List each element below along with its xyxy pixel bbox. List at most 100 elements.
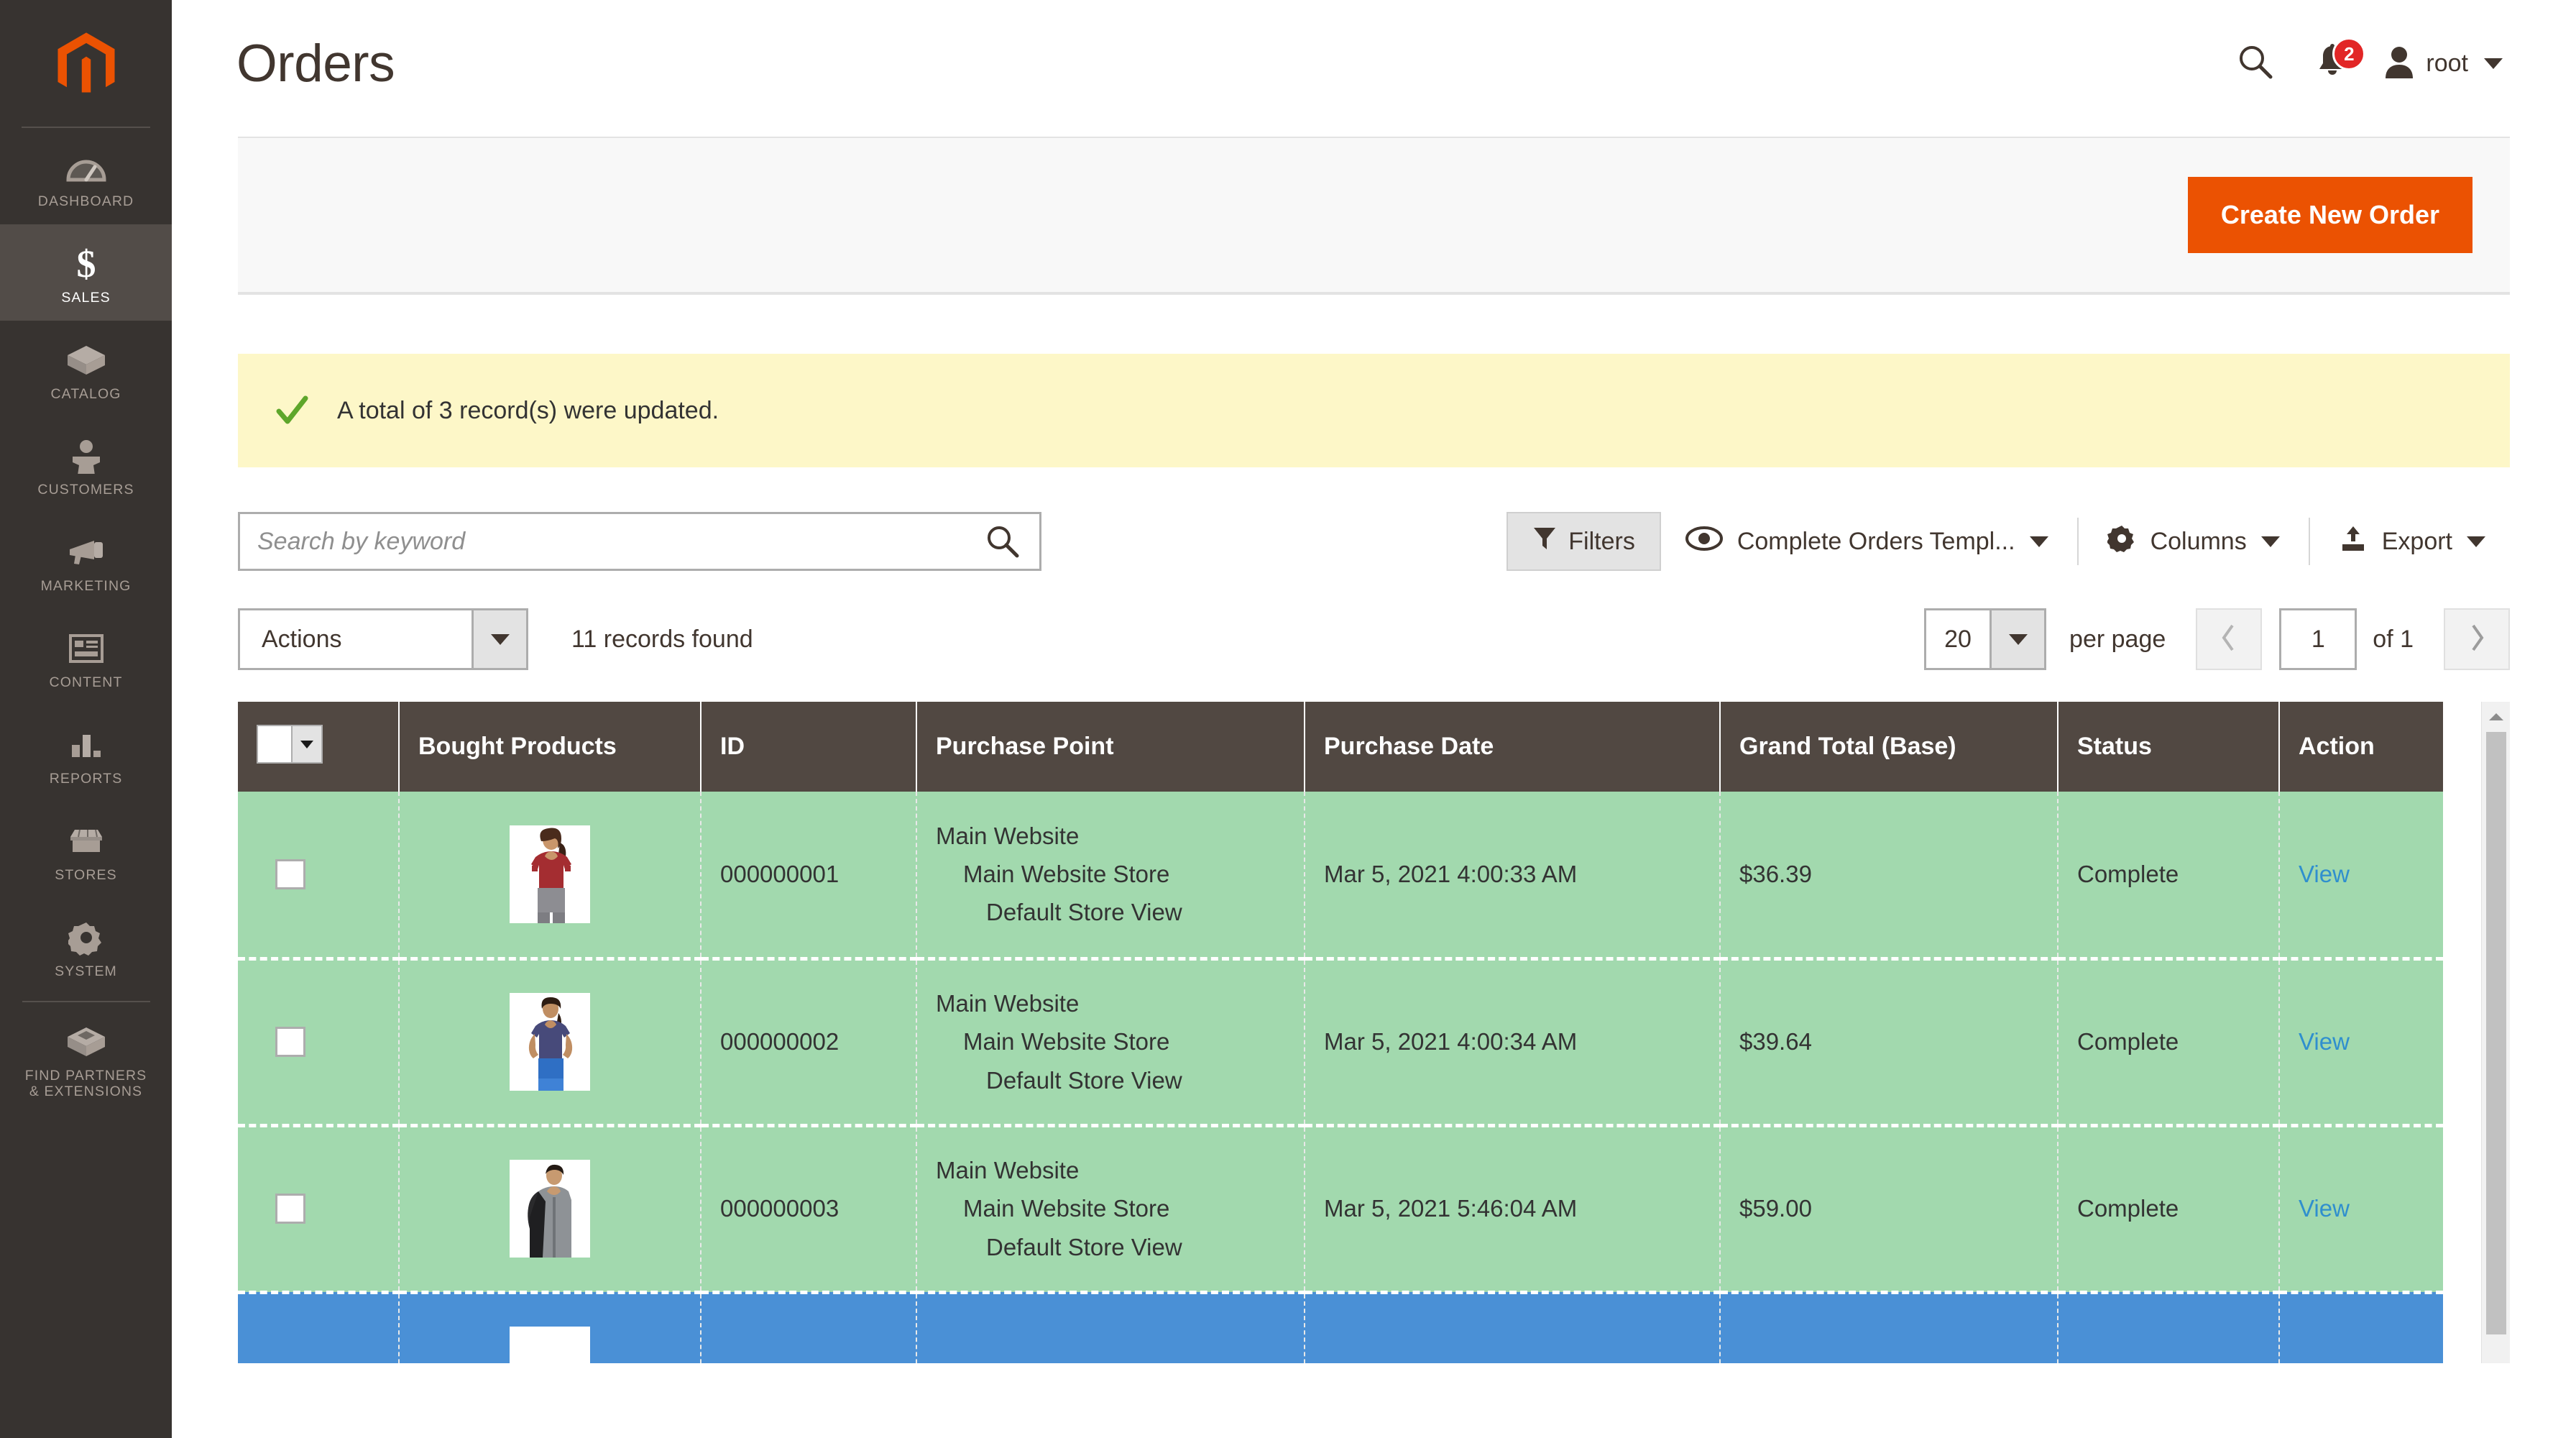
sidebar-item-customers[interactable]: CUSTOMERS [0, 416, 172, 513]
row-checkbox[interactable] [275, 1027, 305, 1057]
row-grand-total-cell: $59.00 [1720, 1125, 2058, 1294]
row-purchase-point-cell: Main Website Main Website Store Default … [916, 958, 1305, 1127]
select-all-dropdown[interactable] [257, 725, 323, 764]
row-action-cell: View [2279, 958, 2443, 1127]
gray-hoodie-thumb [510, 1160, 590, 1258]
row-select-cell[interactable] [238, 1292, 400, 1363]
grid-vertical-scrollbar[interactable] [2481, 702, 2510, 1363]
sidebar-item-catalog[interactable]: CATALOG [0, 321, 172, 417]
search-field-wrapper[interactable] [238, 512, 1041, 571]
purchase-point-view: Default Store View [986, 1066, 1182, 1094]
chevron-down-icon [1990, 610, 2045, 668]
create-new-order-button[interactable]: Create New Order [2187, 177, 2472, 253]
extension-cube-icon [63, 1020, 110, 1064]
row-select-cell[interactable] [238, 1125, 400, 1294]
page-number-input[interactable] [2279, 608, 2358, 670]
chevron-down-icon [2484, 58, 2503, 69]
user-icon [2383, 44, 2416, 83]
view-order-link[interactable]: View [2299, 1028, 2350, 1055]
pagination: 20 per page of 1 [1924, 608, 2510, 670]
orders-table: Bought Products ID Purchase Point Purcha… [238, 702, 2443, 1363]
scrollbar-thumb[interactable] [2486, 732, 2506, 1334]
row-purchase-date-cell: Mar 5, 2021 4:00:33 AM [1305, 792, 1721, 961]
notification-count-badge: 2 [2332, 37, 2366, 70]
column-header-status[interactable]: Status [2058, 702, 2280, 792]
page-actions-bar: Create New Order [238, 137, 2510, 295]
search-input[interactable] [257, 527, 985, 556]
purchase-point-store: Main Website Store [963, 1195, 1170, 1222]
row-purchase-date-cell [1305, 1292, 1721, 1363]
table-row[interactable]: 000000003 Main Website Main Website Stor… [238, 1125, 2443, 1294]
row-select-cell[interactable] [238, 792, 400, 961]
view-order-link[interactable]: View [2299, 1195, 2350, 1222]
toolbar-divider [2076, 518, 2079, 565]
page-header: Orders 2 root [172, 0, 2576, 127]
sidebar-item-stores[interactable]: STORES [0, 802, 172, 898]
sidebar-item-sales[interactable]: $ SALES [0, 224, 172, 321]
view-order-link[interactable]: View [2299, 861, 2350, 887]
purchase-point-website: Main Website [936, 989, 1080, 1017]
megaphone-icon [63, 530, 110, 574]
row-status-cell: Complete [2058, 792, 2280, 961]
row-purchase-date-cell: Mar 5, 2021 5:46:04 AM [1305, 1125, 1721, 1294]
export-label: Export [2381, 527, 2452, 555]
success-message: A total of 3 record(s) were updated. [238, 354, 2510, 467]
chevron-down-icon [472, 610, 526, 668]
user-menu[interactable]: root [2365, 44, 2510, 83]
global-search-button[interactable] [2216, 27, 2295, 99]
column-header-id[interactable]: ID [701, 702, 917, 792]
purchase-point-store: Main Website Store [963, 861, 1170, 888]
purchase-point-view: Default Store View [986, 1233, 1182, 1260]
table-row[interactable]: 000000002 Main Website Main Website Stor… [238, 958, 2443, 1127]
grid-toolbar: Filters Complete Orders Templ... [238, 512, 2510, 571]
table-row[interactable]: 000000001 Main Website Main Website Stor… [238, 792, 2443, 961]
sidebar-item-label: MARKETING [40, 578, 132, 595]
table-row[interactable] [238, 1292, 2443, 1363]
search-icon[interactable] [985, 523, 1021, 559]
sidebar-logo[interactable] [0, 0, 172, 128]
success-message-text: A total of 3 record(s) were updated. [337, 396, 719, 424]
gear-icon [2106, 524, 2136, 559]
row-status-cell [2058, 1292, 2280, 1363]
sidebar-item-system[interactable]: SYSTEM [0, 898, 172, 994]
column-header-grand-total[interactable]: Grand Total (Base) [1720, 702, 2058, 792]
previous-page-button[interactable] [2196, 608, 2263, 670]
scroll-up-icon[interactable] [2482, 702, 2510, 732]
row-select-cell[interactable] [238, 958, 400, 1127]
column-header-select-all[interactable] [238, 702, 400, 792]
sidebar-item-label: REPORTS [49, 770, 123, 787]
chevron-down-icon [2029, 536, 2048, 547]
column-header-action[interactable]: Action [2279, 702, 2443, 792]
sidebar-item-marketing[interactable]: MARKETING [0, 513, 172, 609]
sidebar-item-dashboard[interactable]: DASHBOARD [0, 128, 172, 224]
sidebar-item-find-partners[interactable]: FIND PARTNERS & EXTENSIONS [0, 1002, 172, 1114]
bar-chart-icon [63, 723, 110, 767]
box-icon [63, 338, 110, 383]
notifications-button[interactable]: 2 [2295, 27, 2366, 99]
mass-actions-value: Actions [262, 625, 342, 653]
row-checkbox[interactable] [275, 858, 305, 889]
export-selector[interactable]: Export [2314, 512, 2510, 571]
magento-logo-icon [57, 32, 115, 93]
row-action-cell: View [2279, 1125, 2443, 1294]
columns-selector[interactable]: Columns [2083, 512, 2304, 571]
select-all-checkbox[interactable] [258, 726, 291, 762]
records-found-label: 11 records found [571, 625, 753, 653]
column-header-purchase-point[interactable]: Purchase Point [916, 702, 1305, 792]
orders-grid-scroll-region: Bought Products ID Purchase Point Purcha… [238, 702, 2443, 1363]
mass-actions-select[interactable]: Actions [238, 608, 528, 670]
row-purchase-date-cell: Mar 5, 2021 4:00:34 AM [1305, 958, 1721, 1127]
row-purchase-point-cell: Main Website Main Website Store Default … [916, 1125, 1305, 1294]
column-header-purchase-date[interactable]: Purchase Date [1305, 702, 1721, 792]
per-page-select[interactable]: 20 [1924, 608, 2047, 670]
row-purchase-point-cell [916, 1292, 1305, 1363]
sidebar-item-reports[interactable]: REPORTS [0, 705, 172, 802]
filters-button[interactable]: Filters [1506, 512, 1661, 571]
search-icon [2236, 42, 2275, 85]
blue-tee-thumb [510, 993, 590, 1091]
next-page-button[interactable] [2444, 608, 2510, 670]
column-header-bought-products[interactable]: Bought Products [399, 702, 702, 792]
view-bookmarks-selector[interactable]: Complete Orders Templ... [1661, 512, 2073, 571]
sidebar-item-content[interactable]: CONTENT [0, 609, 172, 705]
row-checkbox[interactable] [275, 1194, 305, 1224]
